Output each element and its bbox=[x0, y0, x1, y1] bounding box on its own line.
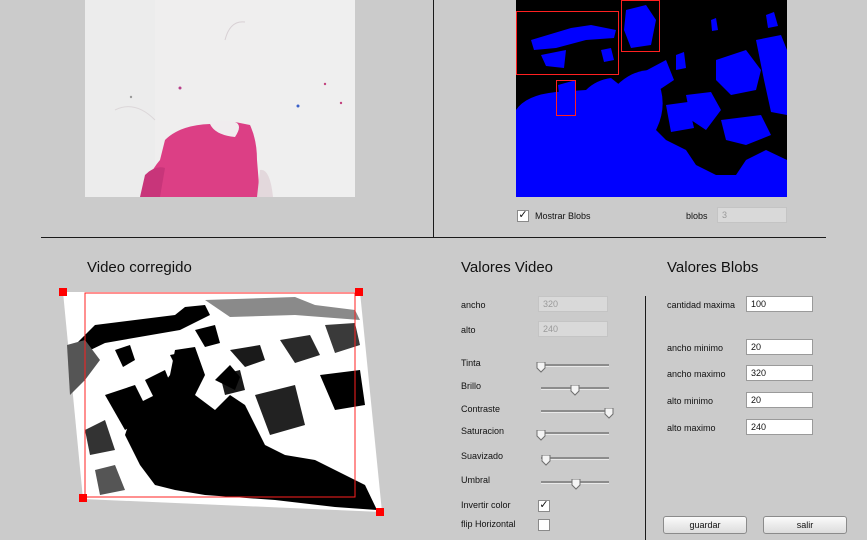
slider-track bbox=[541, 432, 609, 435]
alto-field: 240 bbox=[538, 321, 608, 337]
blobs-count-field: 3 bbox=[717, 207, 787, 223]
alto-maximo-field[interactable]: 240 bbox=[746, 419, 813, 435]
slider-label: Contraste bbox=[461, 404, 501, 414]
slider-track bbox=[541, 457, 609, 460]
source-video-view bbox=[85, 0, 355, 197]
blob-detection-image bbox=[516, 0, 787, 197]
blob-values-title: Valores Blobs bbox=[667, 259, 759, 276]
blobs-label: blobs bbox=[686, 211, 708, 221]
ancho-minimo-field[interactable]: 20 bbox=[746, 339, 813, 355]
slider-track bbox=[541, 410, 609, 413]
slider-contraste[interactable] bbox=[541, 405, 614, 419]
slider-thumb[interactable] bbox=[570, 383, 580, 396]
video-values-title: Valores Video bbox=[461, 259, 554, 276]
slider-thumb[interactable] bbox=[604, 406, 614, 419]
salir-button[interactable]: salir bbox=[763, 516, 847, 534]
slider-thumb[interactable] bbox=[571, 477, 581, 490]
flip-horizontal-checkbox[interactable] bbox=[538, 519, 550, 531]
vertical-divider bbox=[433, 0, 434, 238]
slider-label: Tinta bbox=[461, 358, 481, 368]
slider-label: Saturacion bbox=[461, 426, 505, 436]
slider-tinta[interactable] bbox=[536, 359, 609, 373]
alto-minimo-field[interactable]: 20 bbox=[746, 392, 813, 408]
slider-label: Brillo bbox=[461, 381, 482, 391]
alto-maximo-label: alto maximo bbox=[667, 423, 716, 433]
alto-minimo-label: alto minimo bbox=[667, 396, 714, 406]
horizontal-divider bbox=[41, 237, 826, 238]
ancho-minimo-label: ancho minimo bbox=[667, 343, 724, 353]
corrected-video-view bbox=[55, 285, 390, 520]
cantidad-maxima-field[interactable]: 100 bbox=[746, 296, 813, 312]
flip-horizontal-label: flip Horizontal bbox=[461, 519, 516, 529]
slider-track bbox=[541, 364, 609, 367]
ancho-label: ancho bbox=[461, 300, 486, 310]
ancho-maximo-label: ancho maximo bbox=[667, 369, 726, 379]
slider-thumb[interactable] bbox=[541, 453, 551, 466]
blob-detection-view bbox=[516, 0, 787, 197]
slider-suavizado[interactable] bbox=[541, 452, 609, 466]
slider-label: Suavizado bbox=[461, 451, 504, 461]
alto-label: alto bbox=[461, 325, 476, 335]
slider-thumb[interactable] bbox=[536, 360, 546, 373]
source-video-image bbox=[85, 0, 355, 197]
guardar-button[interactable]: guardar bbox=[663, 516, 747, 534]
slider-umbral[interactable] bbox=[541, 476, 609, 490]
invertir-color-label: Invertir color bbox=[461, 500, 511, 510]
cantidad-maxima-label: cantidad maxima bbox=[667, 300, 736, 310]
ancho-maximo-field[interactable]: 320 bbox=[746, 365, 813, 381]
mostrar-blobs-label: Mostrar Blobs bbox=[535, 211, 591, 221]
settings-divider bbox=[645, 296, 646, 540]
ancho-field: 320 bbox=[538, 296, 608, 312]
slider-thumb[interactable] bbox=[536, 428, 546, 441]
slider-label: Umbral bbox=[461, 475, 491, 485]
invertir-color-checkbox[interactable]: ✓ bbox=[538, 500, 550, 512]
mostrar-blobs-checkbox[interactable]: ✓ bbox=[517, 210, 529, 222]
slider-saturacion[interactable] bbox=[536, 427, 609, 441]
slider-brillo[interactable] bbox=[541, 382, 609, 396]
corrected-video-title: Video corregido bbox=[87, 259, 192, 276]
corrected-video-image bbox=[59, 288, 384, 516]
